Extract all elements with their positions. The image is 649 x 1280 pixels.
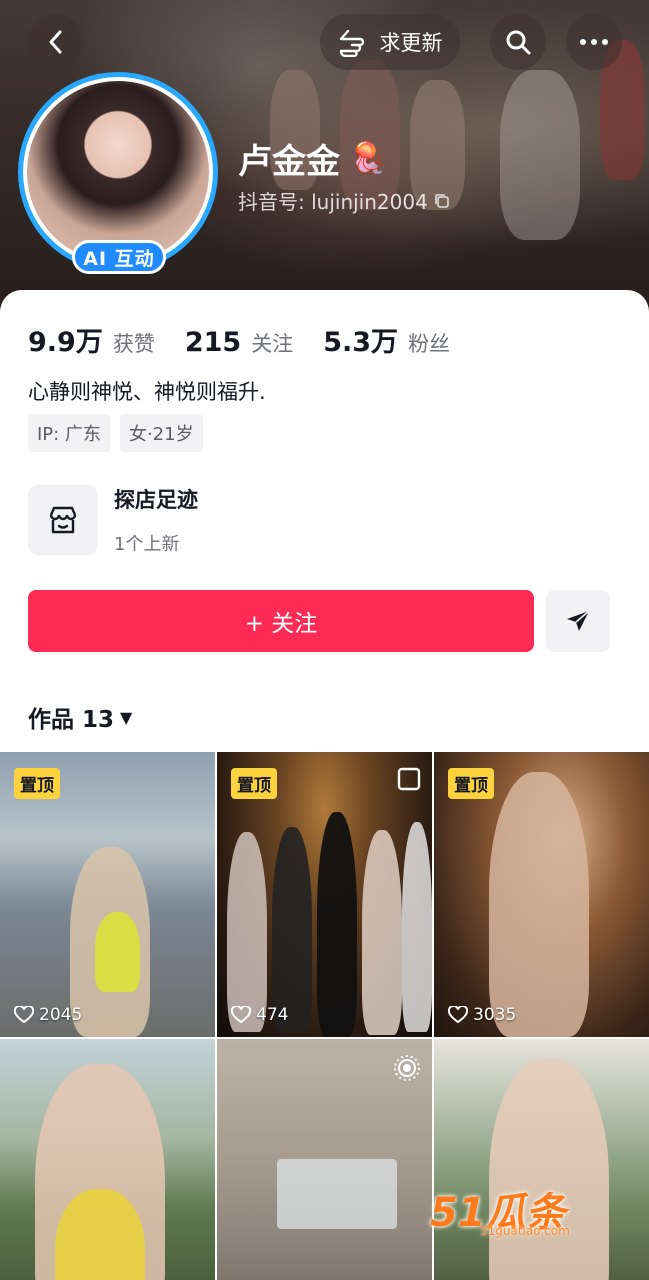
search-icon: [506, 30, 531, 55]
heart-icon: [231, 1006, 251, 1024]
dropdown-arrow-icon: ▼: [120, 707, 133, 727]
request-update-button[interactable]: 求更新: [320, 14, 460, 70]
thumbnail-figure: [362, 830, 402, 1035]
multi-select-icon[interactable]: [396, 766, 422, 792]
thumbnail-figure: [317, 812, 357, 1037]
chevron-left-icon: [49, 30, 62, 54]
pinned-badge: 置顶: [231, 768, 277, 799]
shop-title: 探店足迹: [114, 488, 198, 512]
video-thumbnail[interactable]: 置顶 2045: [0, 752, 215, 1037]
follow-button[interactable]: + 关注: [28, 590, 534, 652]
likes-label: 获赞: [112, 332, 155, 356]
pinned-badge: 置顶: [14, 768, 60, 799]
profile-name: 卢金金 🪼: [238, 134, 387, 183]
thumbnail-figure: [489, 1059, 609, 1280]
thumbnail-figure: [402, 822, 432, 1032]
douyin-id[interactable]: 抖音号: lujinjin2004: [238, 186, 450, 215]
works-label: 作品 13: [28, 707, 115, 733]
request-update-label: 求更新: [379, 31, 443, 55]
video-likes: 474: [231, 1005, 288, 1025]
video-likes-count: 474: [256, 1005, 289, 1025]
video-thumbnail[interactable]: [0, 1039, 215, 1280]
video-likes-count: 2045: [39, 1005, 83, 1025]
gender-age-tag: 女·21岁: [119, 414, 203, 452]
thumbnail-figure: [272, 827, 312, 1032]
video-thumbnail[interactable]: [434, 1039, 649, 1280]
more-button[interactable]: [566, 14, 622, 70]
video-likes: 3035: [448, 1005, 516, 1025]
thumbnail-figure: [489, 772, 589, 1037]
thumbnail-figure: [227, 832, 267, 1032]
pinned-badge: 置顶: [448, 768, 494, 799]
search-button[interactable]: [490, 14, 546, 70]
thumbnail-figure: [277, 1159, 397, 1229]
heart-icon: [14, 1006, 34, 1024]
followers-label: 粉丝: [408, 332, 451, 356]
douyin-id-text: 抖音号: lujinjin2004: [238, 190, 428, 214]
ip-tag: IP: 广东: [28, 414, 110, 452]
works-tab[interactable]: 作品 13 ▼: [28, 700, 132, 734]
profile-stats: 9.9万 获赞 215 关注 5.3万 粉丝: [28, 320, 480, 359]
heart-icon: [448, 1006, 468, 1024]
share-button[interactable]: [546, 590, 610, 652]
video-thumbnail[interactable]: [217, 1039, 432, 1280]
bio: 心静则神悦、神悦则福升.: [28, 380, 266, 404]
shop-visits-entry[interactable]: 探店足迹 1个上新: [28, 484, 198, 556]
jellyfish-emoji: 🪼: [350, 141, 388, 176]
profile-tags: IP: 广东 女·21岁: [28, 414, 203, 452]
shop-text: 探店足迹 1个上新: [114, 484, 198, 556]
thumbnail-figure: [95, 912, 140, 992]
follow-label: + 关注: [244, 611, 318, 637]
live-photo-icon: [394, 1055, 420, 1081]
store-icon: [28, 485, 98, 555]
video-likes: 2045: [14, 1005, 82, 1025]
ai-interaction-badge[interactable]: AI 互动: [72, 240, 166, 274]
copy-icon[interactable]: [434, 193, 450, 209]
following-count[interactable]: 215: [185, 327, 241, 358]
followers-count[interactable]: 5.3万: [323, 320, 398, 359]
more-dots-icon: [580, 39, 608, 45]
send-icon: [567, 610, 590, 631]
hand-pointing-icon: [339, 29, 364, 57]
video-thumbnail[interactable]: 置顶 3035: [434, 752, 649, 1037]
video-likes-count: 3035: [473, 1005, 517, 1025]
shop-subtitle: 1个上新: [114, 534, 180, 555]
profile-name-text: 卢金金: [238, 142, 340, 182]
site-watermark-url: 51guatiao.com: [480, 1224, 570, 1238]
back-button[interactable]: [28, 14, 84, 70]
avatar-image: [27, 81, 209, 263]
video-thumbnail[interactable]: 置顶 474: [217, 752, 432, 1037]
likes-count[interactable]: 9.9万: [28, 320, 103, 359]
following-label: 关注: [251, 332, 294, 356]
